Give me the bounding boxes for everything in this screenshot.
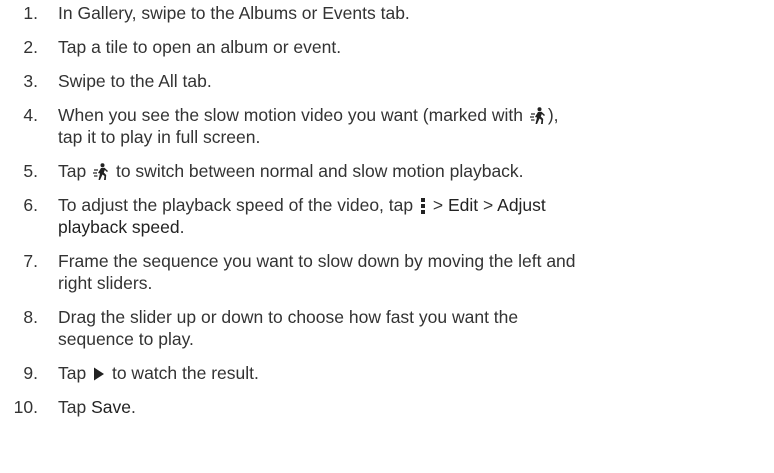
step-2: 2. Tap a tile to open an album or event. <box>0 36 774 58</box>
step-number: 7. <box>23 251 38 271</box>
play-icon <box>93 367 105 381</box>
step-4: 4. When you see the slow motion video yo… <box>0 104 774 148</box>
step-number: 2. <box>23 37 38 57</box>
step-8: 8. Drag the slider up or down to choose … <box>0 306 774 350</box>
step-text-close: ), <box>547 105 559 125</box>
step-number: 4. <box>23 105 38 125</box>
step-text-line: right sliders. <box>58 273 153 293</box>
step-text-line: Frame the sequence you want to slow down… <box>58 251 576 271</box>
step-1: 1. In Gallery, swipe to the Albums or Ev… <box>0 2 774 24</box>
step-number: 3. <box>23 71 38 91</box>
step-text: In Gallery, swipe to the Albums or Event… <box>58 3 410 23</box>
step-text: Tap <box>58 363 87 383</box>
step-7: 7. Frame the sequence you want to slow d… <box>0 250 774 294</box>
save-label: Save <box>91 397 131 417</box>
step-number: 6. <box>23 195 38 215</box>
step-number: 9. <box>23 363 38 383</box>
slow-motion-icon <box>529 107 546 125</box>
step-text-end: to watch the result. <box>111 363 259 383</box>
step-number: 8. <box>23 307 38 327</box>
step-3: 3. Swipe to the All tab. <box>0 70 774 92</box>
instruction-steps: 1. In Gallery, swipe to the Albums or Ev… <box>0 0 774 430</box>
step-text: Swipe to the All tab. <box>58 71 212 91</box>
step-text: Tap a tile to open an album or event. <box>58 37 342 57</box>
step-text: Tap <box>58 397 87 417</box>
step-text-line: sequence to play. <box>58 329 194 349</box>
menu-adjust-label: Adjust <box>497 195 546 215</box>
step-9: 9. Tap to watch the result. <box>0 362 774 384</box>
step-number: 1. <box>23 3 38 23</box>
step-text: When you see the slow motion video you w… <box>58 105 523 125</box>
step-10: 10. Tap Save. <box>0 396 774 418</box>
step-5: 5. Tap to switch between normal and slow… <box>0 160 774 182</box>
step-text: Tap <box>58 161 87 181</box>
step-number: 5. <box>23 161 38 181</box>
menu-playback-speed-label: playback speed <box>58 217 180 237</box>
step-text-line: Drag the slider up or down to choose how… <box>58 307 519 327</box>
period: . <box>179 217 185 237</box>
more-vertical-icon <box>420 197 426 215</box>
slow-motion-icon <box>93 163 109 181</box>
separator: > <box>432 195 444 215</box>
step-number: 10. <box>13 397 38 417</box>
separator: > <box>483 195 494 215</box>
step-text-end: to switch between normal and slow motion… <box>115 161 524 181</box>
step-text-continued: tap it to play in full screen. <box>58 127 261 147</box>
menu-edit-label: Edit <box>447 195 479 215</box>
period: . <box>130 397 136 417</box>
step-6: 6. To adjust the playback speed of the v… <box>0 194 774 238</box>
step-text: To adjust the playback speed of the vide… <box>58 195 414 215</box>
